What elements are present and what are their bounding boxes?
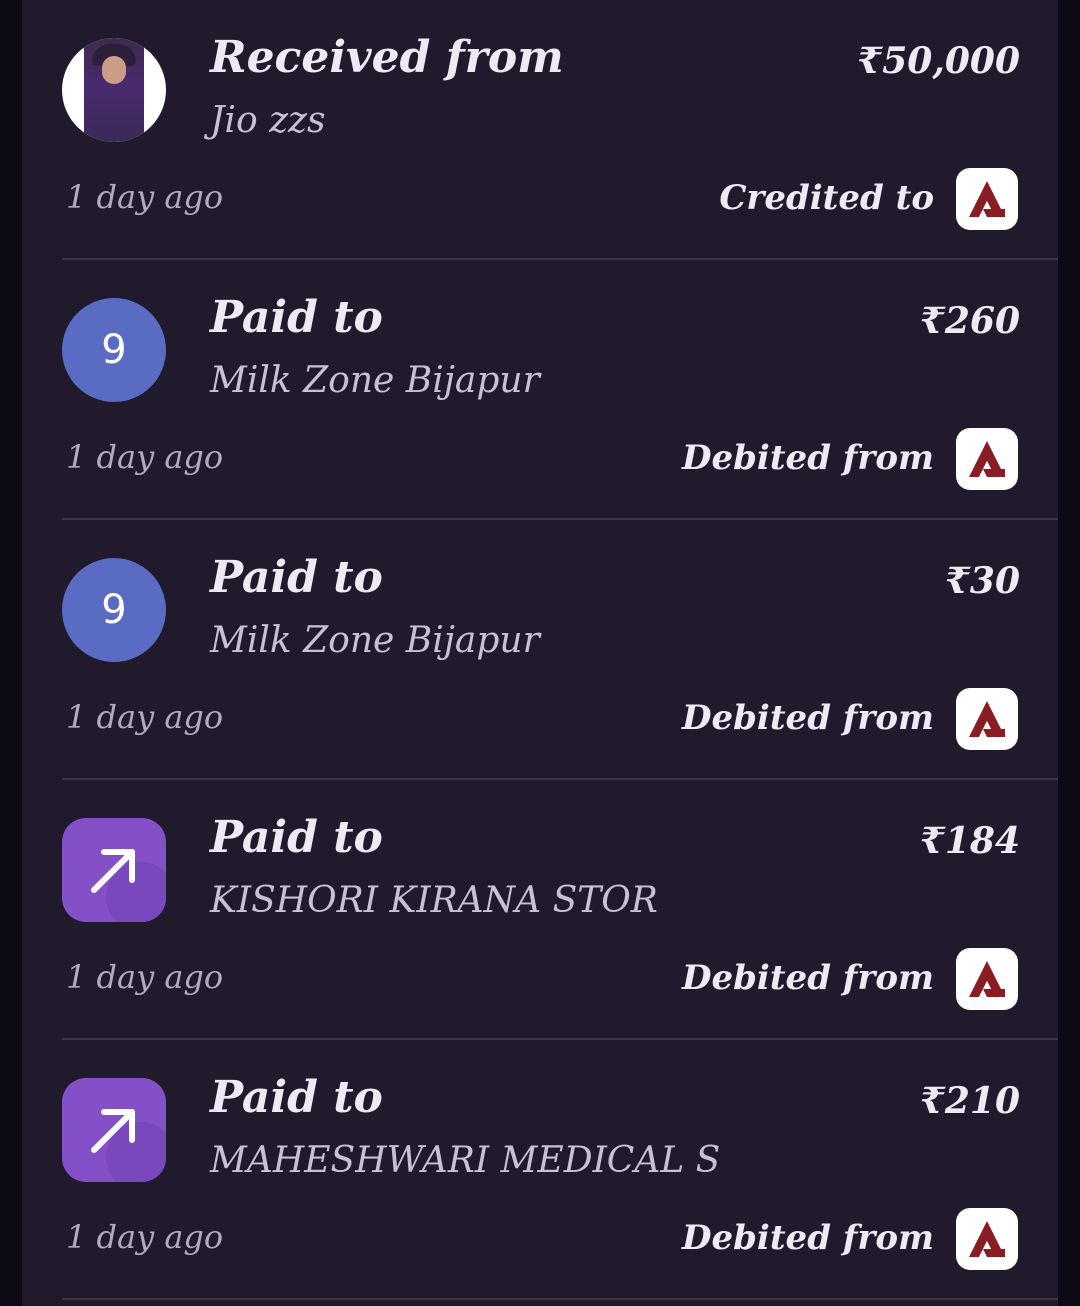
counterparty-name: KISHORI KIRANA STOR xyxy=(210,880,658,921)
transaction-amount: ₹210 xyxy=(919,1080,1020,1122)
transaction-row[interactable]: 9 Paid to Milk Zone Bijapur ₹30 1 day ag… xyxy=(62,520,1058,780)
arrow-up-right-icon xyxy=(91,849,135,893)
arrow-up-right-icon xyxy=(91,1109,135,1153)
counterparty-name: Milk Zone Bijapur xyxy=(210,620,540,661)
transaction-time: 1 day ago xyxy=(66,698,224,736)
counterparty-name: Jio zzs xyxy=(210,100,326,141)
axis-bank-icon xyxy=(956,428,1018,490)
letter-avatar: 9 xyxy=(62,298,166,402)
avatar-letter: 9 xyxy=(101,587,127,633)
transaction-time: 1 day ago xyxy=(66,958,224,996)
transaction-time: 1 day ago xyxy=(66,1218,224,1256)
bank-direction-label: Credited to xyxy=(719,178,934,218)
bank-direction-label: Debited from xyxy=(682,1218,934,1258)
transaction-row[interactable]: 9 Paid to Milk Zone Bijapur ₹260 1 day a… xyxy=(62,260,1058,520)
transaction-time: 1 day ago xyxy=(66,438,224,476)
arrow-up-right-avatar xyxy=(62,818,166,922)
profile-photo-avatar xyxy=(62,38,166,142)
letter-avatar: 9 xyxy=(62,558,166,662)
counterparty-name: Milk Zone Bijapur xyxy=(210,360,540,401)
transaction-amount: ₹260 xyxy=(919,300,1020,342)
avatar-letter: 9 xyxy=(101,327,127,373)
transaction-history-panel: Received from Jio zzs ₹50,000 1 day ago … xyxy=(22,0,1058,1306)
transaction-title: Paid to xyxy=(210,292,383,343)
transaction-title: Paid to xyxy=(210,1072,383,1123)
arrow-up-right-avatar xyxy=(62,1078,166,1182)
transaction-row[interactable]: Paid to MAHESHWARI MEDICAL S ₹210 1 day … xyxy=(62,1040,1058,1300)
axis-bank-icon xyxy=(956,1208,1018,1270)
transaction-row[interactable]: Paid to KISHORI KIRANA STOR ₹184 1 day a… xyxy=(62,780,1058,1040)
transaction-title: Paid to xyxy=(210,812,383,863)
transaction-title: Paid to xyxy=(210,552,383,603)
transaction-list: Received from Jio zzs ₹50,000 1 day ago … xyxy=(22,0,1058,1300)
axis-bank-icon xyxy=(956,688,1018,750)
bank-direction-label: Debited from xyxy=(682,698,934,738)
transaction-amount: ₹30 xyxy=(944,560,1020,602)
transaction-time: 1 day ago xyxy=(66,178,224,216)
counterparty-name: MAHESHWARI MEDICAL S xyxy=(210,1140,721,1181)
axis-bank-icon xyxy=(956,168,1018,230)
transaction-row[interactable]: Received from Jio zzs ₹50,000 1 day ago … xyxy=(62,0,1058,260)
axis-bank-icon xyxy=(956,948,1018,1010)
bank-direction-label: Debited from xyxy=(682,958,934,998)
bank-direction-label: Debited from xyxy=(682,438,934,478)
transaction-amount: ₹50,000 xyxy=(857,40,1020,82)
transaction-amount: ₹184 xyxy=(919,820,1020,862)
transaction-title: Received from xyxy=(210,32,564,83)
